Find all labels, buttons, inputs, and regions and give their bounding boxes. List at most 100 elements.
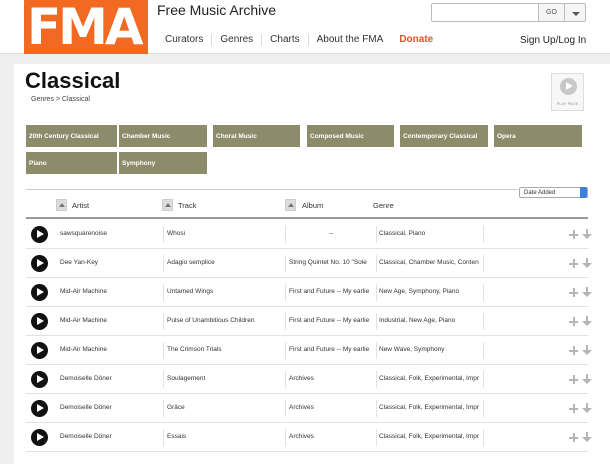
plus-icon[interactable] bbox=[569, 259, 578, 268]
row-track[interactable]: Grâce bbox=[167, 394, 283, 422]
row-artist[interactable]: Demoiselle Döner bbox=[60, 394, 160, 422]
search-options-chevron-down-icon[interactable] bbox=[565, 3, 586, 22]
row-track[interactable]: Whosi bbox=[167, 220, 283, 248]
nav-about[interactable]: About the FMA bbox=[307, 34, 392, 46]
play-icon[interactable] bbox=[31, 429, 48, 446]
nav-curators[interactable]: Curators bbox=[157, 34, 211, 46]
row-track[interactable]: Soulagement bbox=[167, 365, 283, 393]
sort-album-icon[interactable] bbox=[285, 199, 296, 211]
row-genre[interactable]: Classical, Folk, Experimental, Impr bbox=[379, 423, 483, 451]
column-divider bbox=[483, 429, 484, 446]
column-divider bbox=[376, 255, 377, 272]
search-go-button[interactable]: GO bbox=[539, 3, 565, 22]
plus-icon[interactable] bbox=[569, 288, 578, 297]
column-divider bbox=[163, 371, 164, 388]
column-album: Album bbox=[302, 201, 324, 210]
sort-artist-icon[interactable] bbox=[56, 199, 67, 211]
column-divider bbox=[163, 400, 164, 417]
download-arrow-icon[interactable] bbox=[582, 432, 592, 443]
plus-icon[interactable] bbox=[569, 317, 578, 326]
row-genre[interactable]: New Wave, Symphony bbox=[379, 336, 483, 364]
column-divider bbox=[483, 400, 484, 417]
genre-tag-20th-century-classical[interactable]: 20th Century Classical bbox=[26, 125, 117, 147]
play-icon bbox=[560, 78, 577, 95]
row-genre[interactable]: Classical, Folk, Experimental, Impr bbox=[379, 365, 483, 393]
download-arrow-icon[interactable] bbox=[582, 345, 592, 356]
column-divider bbox=[285, 429, 286, 446]
row-artist[interactable]: Mid-Air Machine bbox=[60, 278, 160, 306]
row-track[interactable]: Untamed Wings bbox=[167, 278, 283, 306]
column-divider bbox=[376, 284, 377, 301]
play-icon[interactable] bbox=[31, 371, 48, 388]
genre-tag-choral-music[interactable]: Choral Music bbox=[213, 125, 300, 147]
plus-icon[interactable] bbox=[569, 230, 578, 239]
column-divider bbox=[376, 429, 377, 446]
page-title: Classical bbox=[25, 68, 121, 93]
row-artist[interactable]: Mid-Air Machine bbox=[60, 336, 160, 364]
download-arrow-icon[interactable] bbox=[582, 229, 592, 240]
nav-donate[interactable]: Donate bbox=[391, 34, 441, 46]
row-genre[interactable]: New Age, Symphony, Piano bbox=[379, 278, 483, 306]
top-bar: FMA Free Music Archive Curators Genres C… bbox=[0, 0, 610, 56]
row-artist[interactable]: Demoiselle Döner bbox=[60, 423, 160, 451]
sort-track-icon[interactable] bbox=[162, 199, 173, 211]
row-track[interactable]: Pulse of Unambitious Children bbox=[167, 307, 283, 335]
nav-genres[interactable]: Genres bbox=[211, 34, 261, 46]
play-page-label: PLAY PAGE bbox=[556, 101, 579, 106]
fma-logo[interactable]: FMA bbox=[24, 0, 148, 56]
column-divider bbox=[163, 342, 164, 359]
breadcrumb[interactable]: Genres > Classical bbox=[31, 96, 90, 103]
row-track[interactable]: Adagio semplice bbox=[167, 249, 283, 277]
play-icon[interactable] bbox=[31, 255, 48, 272]
genre-tag-piano[interactable]: Piano bbox=[26, 152, 117, 174]
row-album[interactable]: Archives bbox=[289, 423, 373, 451]
column-divider bbox=[483, 255, 484, 272]
row-genre[interactable]: Classical, Piano bbox=[379, 220, 483, 248]
nav-charts[interactable]: Charts bbox=[261, 34, 307, 46]
column-divider bbox=[163, 313, 164, 330]
play-icon[interactable] bbox=[31, 284, 48, 301]
logo-text: FMA bbox=[27, 0, 144, 56]
signup-login-link[interactable]: Sign Up/Log In bbox=[520, 35, 586, 46]
download-arrow-icon[interactable] bbox=[582, 258, 592, 269]
plus-icon[interactable] bbox=[569, 433, 578, 442]
play-icon[interactable] bbox=[31, 313, 48, 330]
plus-icon[interactable] bbox=[569, 404, 578, 413]
genre-tag-symphony[interactable]: Symphony bbox=[119, 152, 207, 174]
download-arrow-icon[interactable] bbox=[582, 403, 592, 414]
row-album[interactable]: First and Future -- My earlie bbox=[289, 307, 373, 335]
play-icon[interactable] bbox=[31, 226, 48, 243]
genre-tag-opera[interactable]: Opera bbox=[494, 125, 582, 147]
plus-icon[interactable] bbox=[569, 346, 578, 355]
row-artist[interactable]: sawsquarenoise bbox=[60, 220, 160, 248]
genre-tag-composed-music[interactable]: Composed Music bbox=[307, 125, 394, 147]
play-icon[interactable] bbox=[31, 400, 48, 417]
download-arrow-icon[interactable] bbox=[582, 287, 592, 298]
row-genre[interactable]: Classical, Chamber Music, Conten bbox=[379, 249, 483, 277]
table-row: Demoiselle Döner Soulagement Archives Cl… bbox=[26, 365, 592, 394]
download-arrow-icon[interactable] bbox=[582, 374, 592, 385]
row-album[interactable]: Archives bbox=[289, 365, 373, 393]
column-divider bbox=[285, 255, 286, 272]
download-arrow-icon[interactable] bbox=[582, 316, 592, 327]
row-artist[interactable]: Dee Yan-Key bbox=[60, 249, 160, 277]
row-genre[interactable]: Classical, Folk, Experimental, Impr bbox=[379, 394, 483, 422]
row-album[interactable]: -- bbox=[289, 220, 373, 248]
row-genre[interactable]: Industrial, New Age, Piano bbox=[379, 307, 483, 335]
site-title[interactable]: Free Music Archive bbox=[157, 2, 276, 18]
genre-tag-contemporary-classical[interactable]: Contemporary Classical bbox=[400, 125, 488, 147]
row-artist[interactable]: Demoiselle Döner bbox=[60, 365, 160, 393]
row-album[interactable]: First and Future -- My earlie bbox=[289, 336, 373, 364]
table-row: Mid-Air Machine The Crimson Trials First… bbox=[26, 336, 592, 365]
genre-tag-chamber-music[interactable]: Chamber Music bbox=[119, 125, 207, 147]
play-page-button[interactable]: PLAY PAGE bbox=[551, 73, 584, 111]
row-track[interactable]: Essais bbox=[167, 423, 283, 451]
search-input[interactable] bbox=[431, 3, 539, 22]
row-album[interactable]: Archives bbox=[289, 394, 373, 422]
row-album[interactable]: String Quintet No. 10 "Sole bbox=[289, 249, 373, 277]
row-track[interactable]: The Crimson Trials bbox=[167, 336, 283, 364]
plus-icon[interactable] bbox=[569, 375, 578, 384]
row-artist[interactable]: Mid-Air Machine bbox=[60, 307, 160, 335]
row-album[interactable]: First and Future -- My earlie bbox=[289, 278, 373, 306]
play-icon[interactable] bbox=[31, 342, 48, 359]
